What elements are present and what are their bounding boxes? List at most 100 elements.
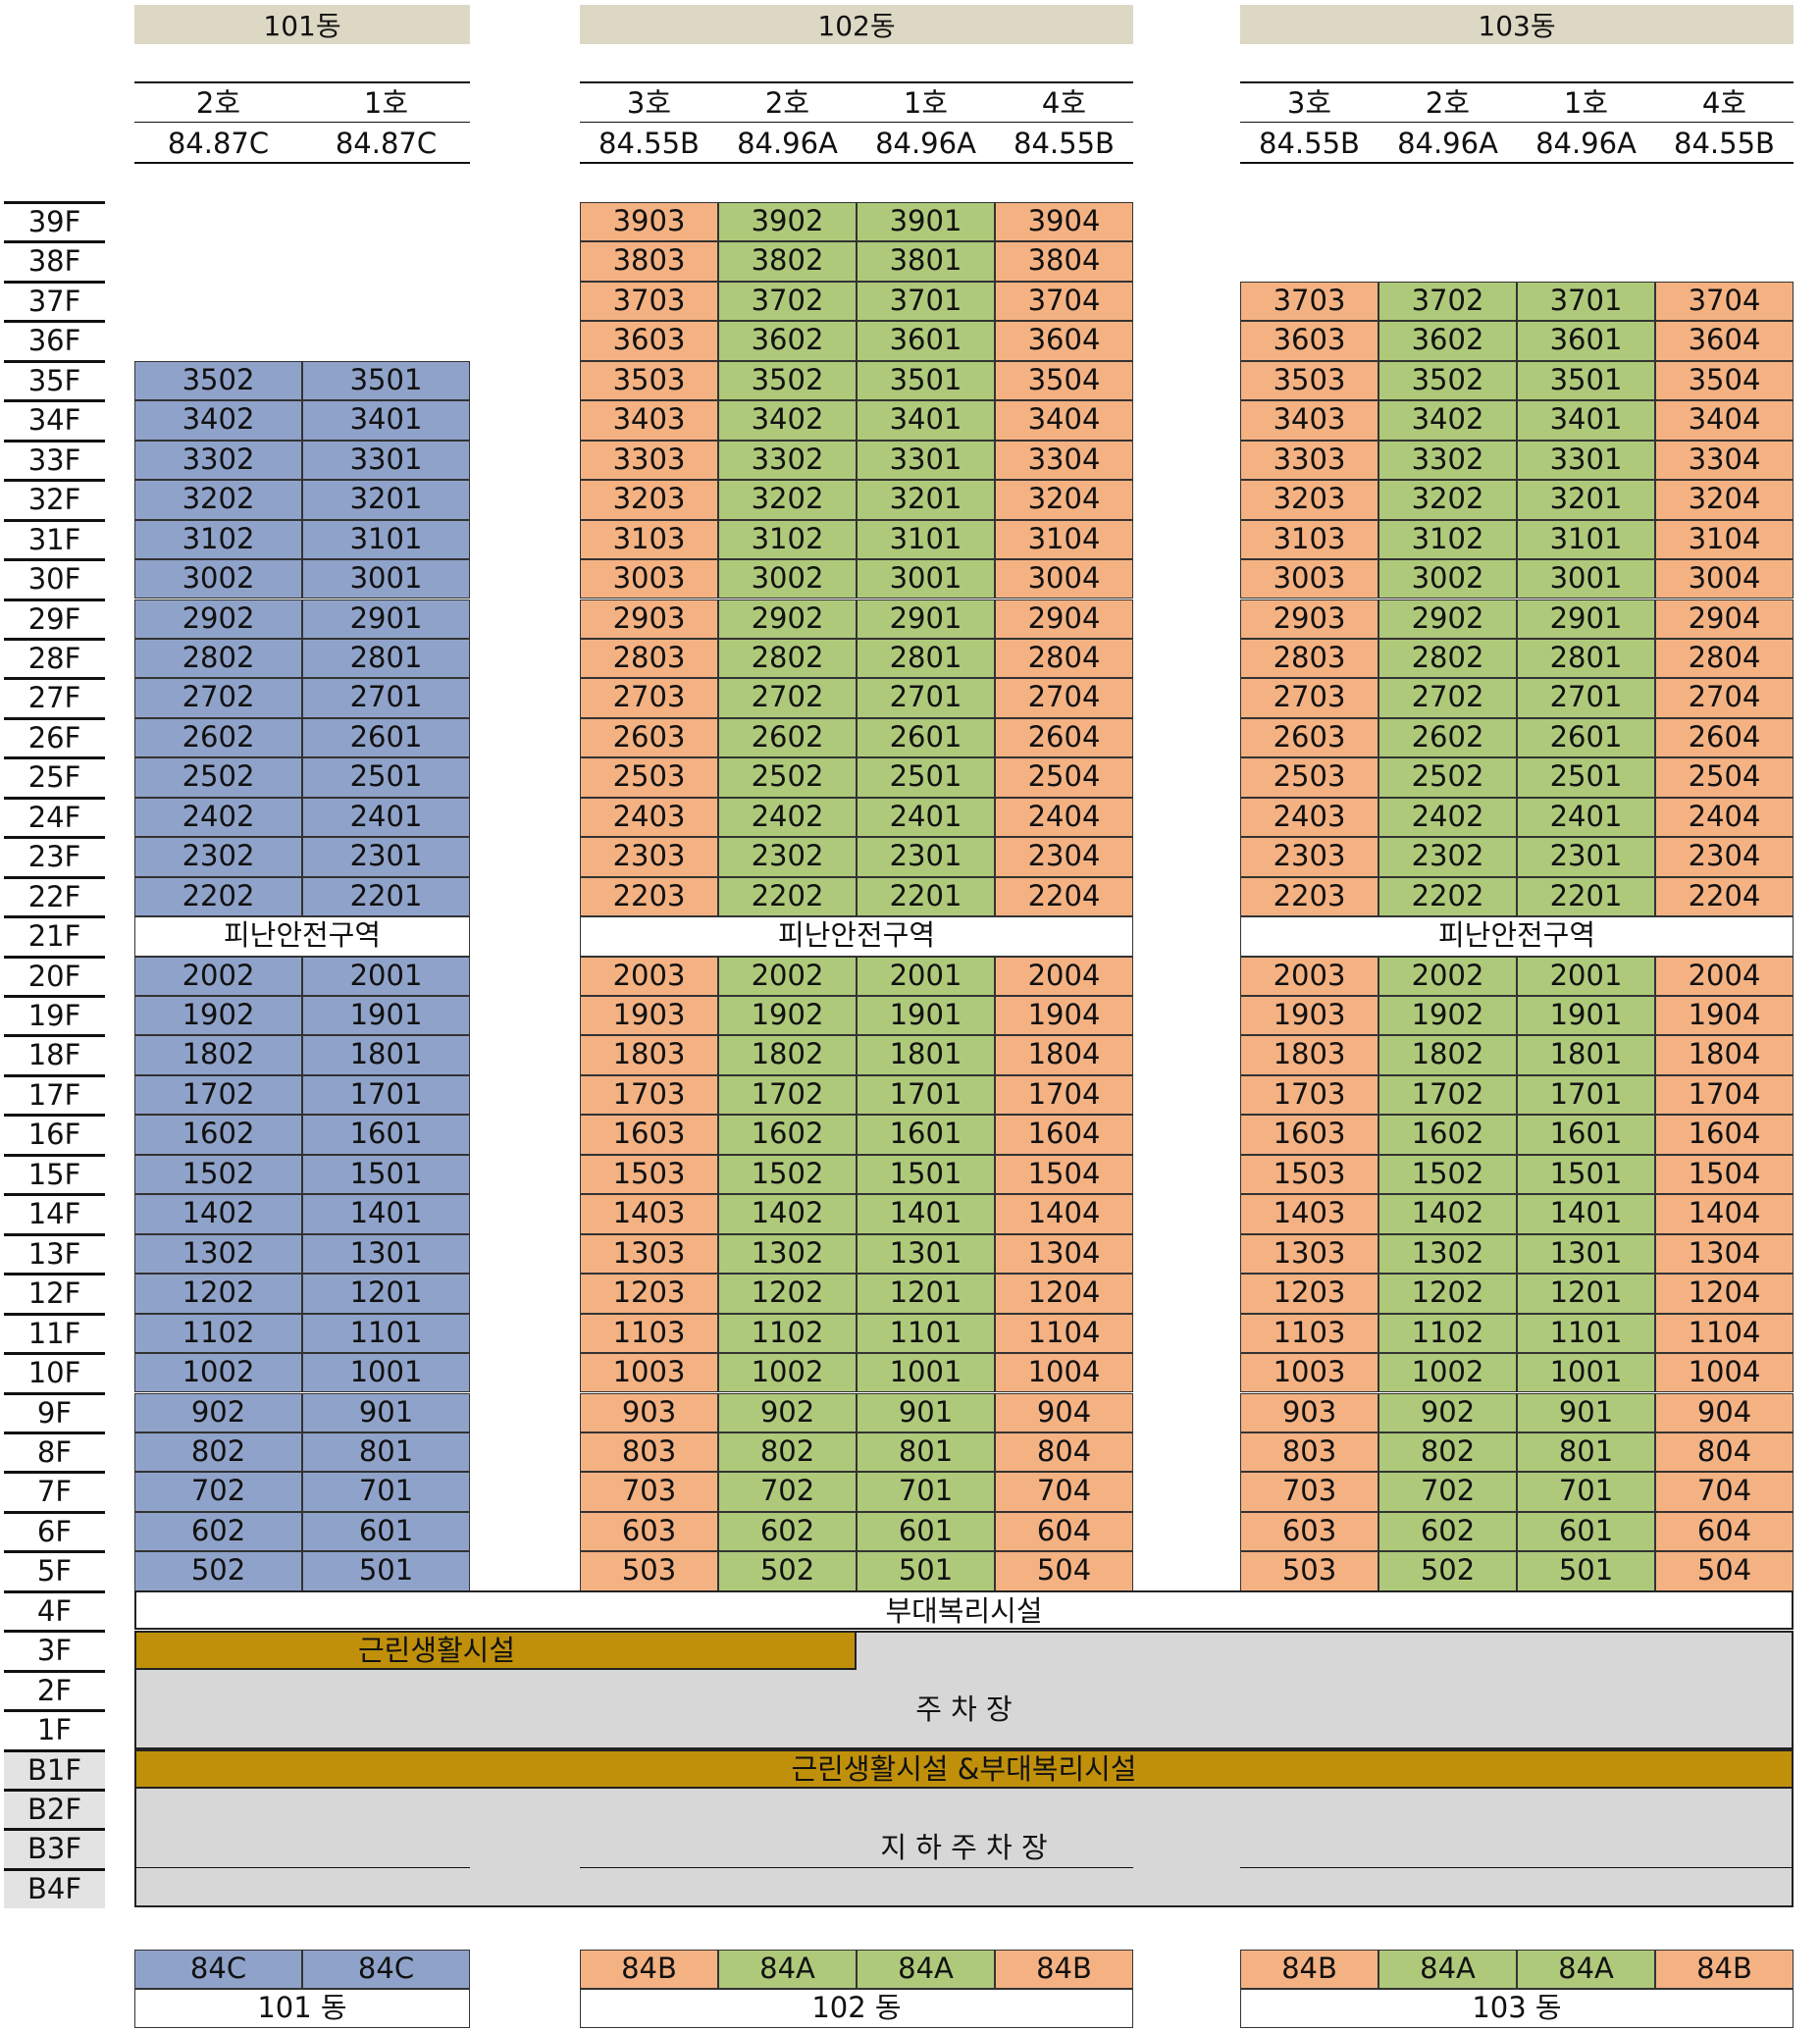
floor-label: 22F — [27, 879, 81, 913]
unit-area: 84.55B — [1674, 127, 1775, 160]
unit-cell: 3502 — [134, 360, 302, 401]
floor-divider — [4, 1193, 105, 1197]
unit-area: 84.96A — [875, 127, 976, 160]
unit-cell: 2003 — [580, 956, 718, 996]
unit-cell: 1002 — [718, 1353, 857, 1393]
unit-cell: 1901 — [857, 996, 995, 1036]
unit-cell: 704 — [995, 1472, 1133, 1512]
unit-cell: 3502 — [1378, 360, 1517, 401]
building-title-102: 102동 — [580, 5, 1133, 44]
floor-label: 24F — [27, 800, 81, 834]
unit-cell: 2202 — [718, 876, 857, 917]
unit-cell: 701 — [1517, 1472, 1655, 1512]
unit-no: 2호 — [764, 86, 810, 120]
floor-label: B1F — [4, 1749, 105, 1790]
unit-cell: 1703 — [580, 1074, 718, 1116]
floor-label: 8F — [36, 1434, 73, 1469]
unit-cell: 1003 — [580, 1353, 718, 1393]
unit-cell: 1501 — [302, 1154, 470, 1195]
unit-cell: 702 — [1378, 1472, 1517, 1512]
floor-label: 37F — [27, 284, 81, 318]
floor-label: 28F — [27, 641, 81, 675]
unit-cell: 1702 — [134, 1074, 302, 1116]
unit-cell: 704 — [1655, 1472, 1794, 1512]
basement-divider — [580, 1867, 1133, 1868]
floor-label: 25F — [27, 760, 81, 795]
unit-cell: 601 — [857, 1511, 995, 1552]
unit-cell: 1102 — [134, 1313, 302, 1354]
unit-cell: 1001 — [1517, 1353, 1655, 1393]
unit-cell: 803 — [1240, 1432, 1378, 1473]
floor-divider — [4, 1431, 105, 1434]
unit-cell: 1004 — [1655, 1353, 1794, 1393]
floor-divider — [4, 320, 105, 324]
unit-cell: 1303 — [580, 1233, 718, 1275]
unit-cell: 2001 — [857, 956, 995, 996]
unit-cell: 2201 — [1517, 876, 1655, 917]
floor-label: B4F — [4, 1868, 105, 1909]
unit-cell: 1602 — [718, 1115, 857, 1155]
basement-parking-label: 지 하 주 차 장 — [880, 1831, 1048, 1864]
unit-type-cell: 84A — [1517, 1950, 1655, 1989]
unit-cell: 1802 — [1378, 1035, 1517, 1075]
floor-divider — [4, 399, 105, 403]
unit-cell: 1701 — [302, 1074, 470, 1116]
unit-cell: 2301 — [302, 837, 470, 877]
unit-cell: 1801 — [302, 1035, 470, 1075]
unit-cell: 2003 — [1240, 956, 1378, 996]
unit-cell: 1302 — [134, 1233, 302, 1275]
unit-cell: 1802 — [718, 1035, 857, 1075]
unit-cell: 1902 — [134, 996, 302, 1036]
unit-cell: 3501 — [1517, 360, 1655, 401]
refuge-zone: 피난안전구역 — [580, 916, 1133, 957]
unit-cell: 3803 — [580, 241, 718, 282]
unit-cell: 2901 — [1517, 599, 1655, 639]
floor-label: 10F — [27, 1356, 81, 1390]
unit-cell: 901 — [857, 1392, 995, 1432]
unit-cell: 3002 — [1378, 559, 1517, 599]
unit-cell: 1301 — [302, 1233, 470, 1275]
unit-cell: 2502 — [718, 757, 857, 798]
unit-cell: 2601 — [1517, 717, 1655, 758]
basement-divider — [134, 1867, 470, 1868]
floor-divider — [4, 1789, 105, 1792]
unit-area: 84.87C — [167, 127, 270, 160]
unit-cell: 3603 — [580, 321, 718, 361]
floor-divider — [4, 1828, 105, 1832]
unit-cell: 1604 — [1655, 1115, 1794, 1155]
unit-cell: 3202 — [718, 480, 857, 520]
unit-cell: 1203 — [580, 1274, 718, 1314]
floor-divider — [4, 1273, 105, 1276]
unit-cell: 504 — [995, 1551, 1133, 1591]
unit-cell: 3704 — [1655, 281, 1794, 322]
unit-cell: 2602 — [134, 717, 302, 758]
floor-label: 23F — [27, 840, 81, 874]
unit-cell: 3403 — [580, 400, 718, 441]
unit-cell: 2204 — [995, 876, 1133, 917]
unit-cell: 602 — [134, 1511, 302, 1552]
unit-cell: 2601 — [857, 717, 995, 758]
floor-divider — [4, 558, 105, 562]
unit-cell: 1502 — [134, 1154, 302, 1195]
unit-cell: 3601 — [1517, 321, 1655, 361]
unit-cell: 1704 — [995, 1074, 1133, 1116]
unit-cell: 603 — [580, 1511, 718, 1552]
floor-label: 19F — [27, 999, 81, 1032]
floor-divider — [4, 280, 105, 284]
unit-cell: 3302 — [134, 440, 302, 481]
unit-cell: 2002 — [718, 956, 857, 996]
unit-cell: 503 — [1240, 1551, 1378, 1591]
unit-cell: 602 — [1378, 1511, 1517, 1552]
unit-cell: 2702 — [1378, 678, 1517, 718]
floor-label: 4F — [36, 1593, 73, 1628]
floor-divider — [4, 1232, 105, 1236]
floor-divider — [4, 995, 105, 998]
unit-cell: 601 — [302, 1511, 470, 1552]
unit-cell: 3703 — [580, 281, 718, 322]
unit-cell: 1703 — [1240, 1074, 1378, 1116]
unit-cell: 1902 — [718, 996, 857, 1036]
unit-cell: 3902 — [718, 202, 857, 242]
unit-cell: 2601 — [302, 717, 470, 758]
unit-cell: 1902 — [1378, 996, 1517, 1036]
unit-cell: 3801 — [857, 241, 995, 282]
